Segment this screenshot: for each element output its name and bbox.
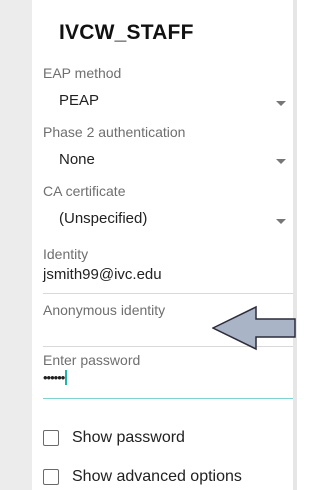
chevron-down-icon (276, 219, 286, 224)
left-margin (0, 0, 32, 490)
chevron-down-icon (276, 159, 286, 164)
phase2-label: Phase 2 authentication (43, 124, 186, 140)
password-underline (43, 398, 293, 399)
identity-underline (43, 293, 293, 294)
phase2-value: None (59, 151, 95, 168)
password-label: Enter password (43, 352, 141, 368)
identity-input[interactable]: jsmith99@ivc.edu (43, 266, 162, 283)
eap-method-label: EAP method (43, 65, 122, 81)
left-arrow-icon (212, 305, 296, 351)
wifi-config-dialog: IVCW_STAFF EAP method PEAP Phase 2 authe… (32, 0, 294, 490)
identity-label: Identity (43, 246, 89, 262)
anonymous-identity-input[interactable] (43, 322, 223, 340)
password-dots: •••••• (43, 370, 65, 385)
show-password-label[interactable]: Show password (72, 429, 185, 447)
ca-certificate-label: CA certificate (43, 183, 126, 199)
anonymous-identity-label: Anonymous identity (43, 302, 166, 318)
chevron-down-icon (276, 101, 286, 106)
show-advanced-checkbox[interactable] (43, 469, 59, 485)
password-input[interactable]: •••••• (43, 370, 68, 385)
text-cursor (65, 370, 68, 385)
show-password-checkbox[interactable] (43, 430, 59, 446)
show-advanced-label[interactable]: Show advanced options (72, 468, 242, 486)
eap-method-value: PEAP (59, 92, 100, 109)
ca-certificate-value: (Unspecified) (59, 210, 148, 227)
network-name-title: IVCW_STAFF (59, 21, 194, 44)
